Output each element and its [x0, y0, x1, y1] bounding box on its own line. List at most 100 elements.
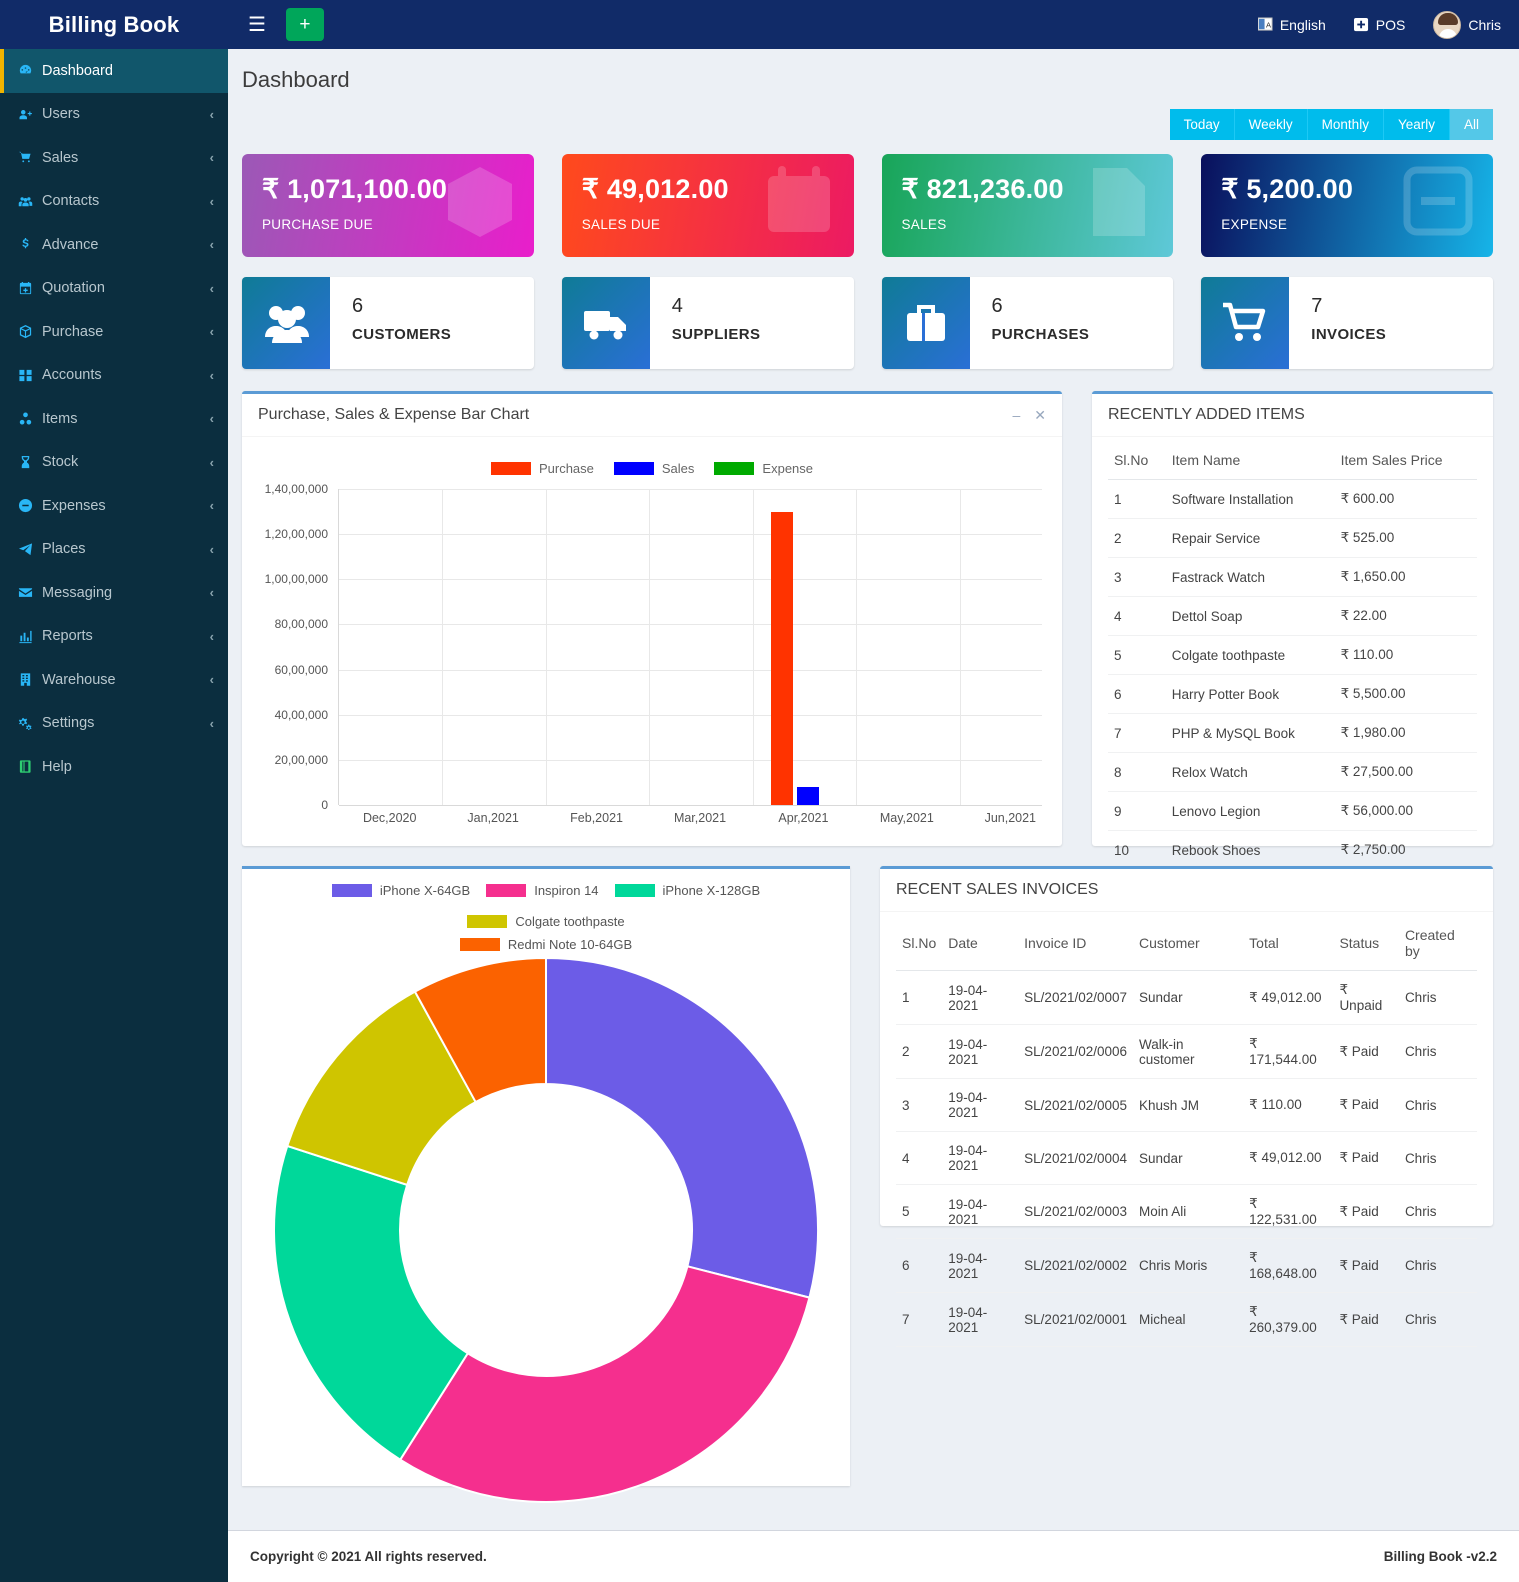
sidebar-item-settings[interactable]: Settings‹	[0, 702, 228, 746]
sidebar-item-expenses[interactable]: Expenses‹	[0, 484, 228, 528]
column-header: Item Sales Price	[1335, 441, 1477, 480]
gridline-vertical	[753, 489, 754, 805]
count-card-customers[interactable]: 6CUSTOMERS	[242, 277, 534, 369]
user-menu[interactable]: Chris	[1433, 11, 1501, 39]
table-row[interactable]: 8Relox Watch₹ 27,500.00	[1108, 753, 1477, 792]
language-selector[interactable]: A English	[1258, 17, 1326, 33]
calendar-plus-icon	[18, 281, 33, 296]
table-cell: Moin Ali	[1133, 1185, 1243, 1239]
filter-all-button[interactable]: All	[1450, 109, 1493, 140]
count-card-purchases[interactable]: 6PURCHASES	[882, 277, 1174, 369]
table-row[interactable]: 9Lenovo Legion₹ 56,000.00	[1108, 792, 1477, 831]
table-row[interactable]: 7PHP & MySQL Book₹ 1,980.00	[1108, 714, 1477, 753]
column-header: Sl.No	[896, 916, 942, 971]
cubes-icon	[18, 411, 42, 426]
bar-chart-panel: Purchase, Sales & Expense Bar Chart – ✕ …	[242, 391, 1062, 846]
sidebar-item-dashboard[interactable]: Dashboard	[0, 49, 228, 93]
sidebar-nav: DashboardUsers‹Sales‹Contacts‹Advance‹Qu…	[0, 49, 228, 789]
sidebar-item-quotation[interactable]: Quotation‹	[0, 267, 228, 311]
filter-today-button[interactable]: Today	[1170, 109, 1235, 140]
filter-weekly-button[interactable]: Weekly	[1235, 109, 1308, 140]
minimize-icon[interactable]: –	[1012, 407, 1020, 424]
topbar: ☰ + A English	[228, 0, 1519, 49]
user-plus-icon	[18, 107, 42, 122]
sidebar-item-stock[interactable]: Stock‹	[0, 441, 228, 485]
stat-card-amount: ₹ 5,200.00	[1221, 174, 1473, 205]
legend-label: Sales	[662, 461, 695, 476]
donut-slice-inspiron-14[interactable]	[400, 1266, 809, 1502]
bar-chart-header: Purchase, Sales & Expense Bar Chart – ✕	[242, 394, 1062, 437]
table-row[interactable]: 519-04-2021SL/2021/02/0003Moin Ali₹ 122,…	[896, 1185, 1477, 1239]
x-tick-label: Apr,2021	[778, 811, 828, 825]
x-tick-label: Feb,2021	[570, 811, 623, 825]
filter-yearly-button[interactable]: Yearly	[1384, 109, 1450, 140]
table-cell: SL/2021/02/0002	[1018, 1239, 1133, 1293]
count-card-suppliers[interactable]: 4SUPPLIERS	[562, 277, 854, 369]
footer: Copyright © 2021 All rights reserved. Bi…	[228, 1530, 1519, 1582]
envelope-icon	[18, 585, 33, 600]
sidebar-item-items[interactable]: Items‹	[0, 397, 228, 441]
bar-purchase-Apr,2021[interactable]	[771, 512, 793, 805]
filter-monthly-button[interactable]: Monthly	[1308, 109, 1384, 140]
sidebar-item-reports[interactable]: Reports‹	[0, 615, 228, 659]
gridline-vertical	[856, 489, 857, 805]
x-tick-label: Jan,2021	[467, 811, 518, 825]
table-row[interactable]: 219-04-2021SL/2021/02/0006Walk-in custom…	[896, 1025, 1477, 1079]
count-card-invoices[interactable]: 7INVOICES	[1201, 277, 1493, 369]
dashboard-icon	[18, 63, 33, 78]
sidebar-item-messaging[interactable]: Messaging‹	[0, 571, 228, 615]
table-row[interactable]: 719-04-2021SL/2021/02/0001Micheal₹ 260,3…	[896, 1293, 1477, 1347]
table-cell: 2	[1108, 519, 1166, 558]
table-row[interactable]: 4Dettol Soap₹ 22.00	[1108, 597, 1477, 636]
gridline	[339, 805, 1042, 806]
stat-card-purchase-due[interactable]: ₹ 1,071,100.00PURCHASE DUE	[242, 154, 534, 257]
table-cell: 6	[896, 1239, 942, 1293]
table-row[interactable]: 319-04-2021SL/2021/02/0005Khush JM₹ 110.…	[896, 1079, 1477, 1132]
hamburger-icon[interactable]: ☰	[242, 13, 272, 37]
table-cell: 1	[896, 971, 942, 1025]
table-row[interactable]: 6Harry Potter Book₹ 5,500.00	[1108, 675, 1477, 714]
table-row[interactable]: 619-04-2021SL/2021/02/0002Chris Moris₹ 1…	[896, 1239, 1477, 1293]
stat-card-expense[interactable]: ₹ 5,200.00EXPENSE	[1201, 154, 1493, 257]
table-header-row: Sl.NoItem NameItem Sales Price	[1108, 441, 1477, 480]
table-row[interactable]: 2Repair Service₹ 525.00	[1108, 519, 1477, 558]
table-cell: Micheal	[1133, 1293, 1243, 1347]
table-cell: Chris Moris	[1133, 1239, 1243, 1293]
sidebar-item-places[interactable]: Places‹	[0, 528, 228, 572]
sidebar-item-users[interactable]: Users‹	[0, 93, 228, 137]
sidebar-item-label: Sales	[42, 150, 210, 166]
legend-swatch	[486, 884, 526, 897]
table-cell: ₹ 600.00	[1335, 480, 1477, 519]
sidebar-item-accounts[interactable]: Accounts‹	[0, 354, 228, 398]
donut-slice-iphone-x-64gb[interactable]	[546, 958, 818, 1298]
chevron-left-icon: ‹	[210, 194, 214, 209]
sidebar-item-contacts[interactable]: Contacts‹	[0, 180, 228, 224]
pos-link[interactable]: POS	[1354, 17, 1406, 33]
table-row[interactable]: 10Rebook Shoes₹ 2,750.00	[1108, 831, 1477, 870]
sidebar-item-warehouse[interactable]: Warehouse‹	[0, 658, 228, 702]
table-row[interactable]: 419-04-2021SL/2021/02/0004Sundar₹ 49,012…	[896, 1132, 1477, 1185]
table-row[interactable]: 119-04-2021SL/2021/02/0007Sundar₹ 49,012…	[896, 971, 1477, 1025]
bar-sales-Apr,2021[interactable]	[797, 787, 819, 806]
sidebar-item-advance[interactable]: Advance‹	[0, 223, 228, 267]
chevron-left-icon: ‹	[210, 498, 214, 513]
sidebar-item-purchase[interactable]: Purchase‹	[0, 310, 228, 354]
sidebar-item-help[interactable]: Help	[0, 745, 228, 789]
stat-card-sales-due[interactable]: ₹ 49,012.00SALES DUE	[562, 154, 854, 257]
x-tick-label: Dec,2020	[363, 811, 417, 825]
stat-card-sales[interactable]: ₹ 821,236.00SALES	[882, 154, 1174, 257]
table-row[interactable]: 1Software Installation₹ 600.00	[1108, 480, 1477, 519]
table-row[interactable]: 3Fastrack Watch₹ 1,650.00	[1108, 558, 1477, 597]
sidebar-item-sales[interactable]: Sales‹	[0, 136, 228, 180]
add-new-button[interactable]: +	[286, 8, 324, 41]
table-cell: 4	[1108, 597, 1166, 636]
table-cell: ₹ 5,500.00	[1335, 675, 1477, 714]
donut-legend-item: iPhone X-128GB	[615, 883, 761, 898]
table-row[interactable]: 5Colgate toothpaste₹ 110.00	[1108, 636, 1477, 675]
close-icon[interactable]: ✕	[1034, 407, 1046, 424]
book-icon	[18, 759, 42, 774]
chevron-left-icon: ‹	[210, 542, 214, 557]
top-products-donut-panel: iPhone X-64GBInspiron 14iPhone X-128GBCo…	[242, 866, 850, 1486]
chevron-left-icon: ‹	[210, 281, 214, 296]
table-cell: ₹ 168,648.00	[1243, 1239, 1333, 1293]
